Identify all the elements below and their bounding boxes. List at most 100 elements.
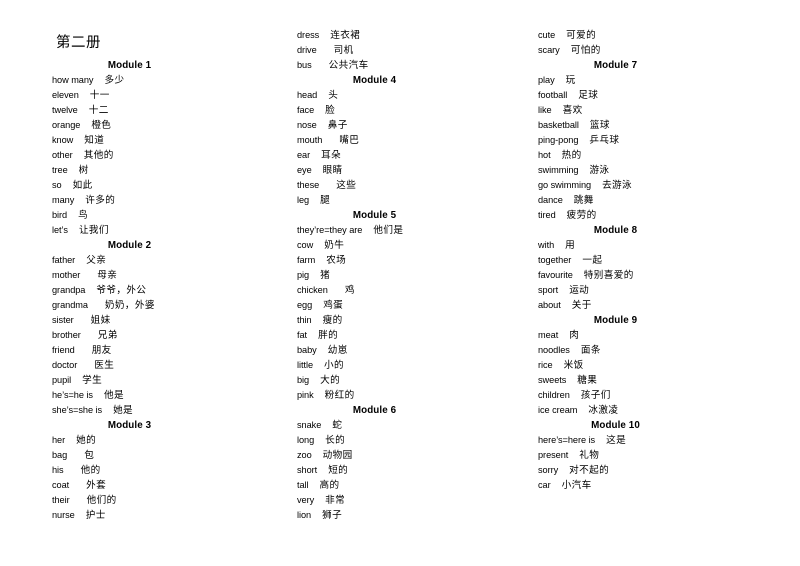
vocabulary-entry: friend 朋友 bbox=[52, 343, 297, 358]
entry-english: how many bbox=[52, 75, 94, 85]
entry-english: let’s bbox=[52, 225, 68, 235]
vocabulary-entry: know 知道 bbox=[52, 133, 297, 148]
vocabulary-columns: Module 1 how many 多少 eleven 十一 twelve 十二 orange… bbox=[0, 0, 800, 566]
vocabulary-entry: their 他们的 bbox=[52, 493, 297, 508]
vocabulary-column-3: cute 可爱的 scary 可怕的 Module 7 play 玩 football 足球 li… bbox=[538, 28, 783, 493]
entry-chinese: 公共汽车 bbox=[328, 60, 369, 71]
vocabulary-entry: present 礼物 bbox=[538, 448, 783, 463]
entry-english: father bbox=[52, 255, 76, 265]
entry-english: many bbox=[52, 195, 75, 205]
entry-english: ice cream bbox=[538, 405, 578, 415]
vocabulary-entry: scary 可怕的 bbox=[538, 43, 783, 58]
entry-english: egg bbox=[297, 300, 313, 310]
entry-chinese: 他是 bbox=[103, 390, 124, 401]
entry-chinese: 其他的 bbox=[83, 150, 114, 161]
entry-english: sorry bbox=[538, 465, 559, 475]
entry-english: dance bbox=[538, 195, 563, 205]
entry-chinese: 跳舞 bbox=[573, 195, 594, 206]
module-heading: Module 1 bbox=[107, 60, 152, 71]
vocabulary-entry: like 喜欢 bbox=[538, 103, 783, 118]
entry-english: mother bbox=[52, 270, 81, 280]
entry-chinese: 非常 bbox=[325, 495, 346, 506]
vocabulary-entry: favourite 特别喜爱的 bbox=[538, 268, 783, 283]
vocabulary-entry: father 父亲 bbox=[52, 253, 297, 268]
entry-chinese: 姐妹 bbox=[90, 315, 111, 326]
entry-english: snake bbox=[297, 420, 322, 430]
entry-english: bag bbox=[52, 450, 68, 460]
vocabulary-entry: egg 鸡蛋 bbox=[297, 298, 542, 313]
vocabulary-entry: little 小的 bbox=[297, 358, 542, 373]
entry-english: doctor bbox=[52, 360, 78, 370]
vocabulary-entry: ice cream 冰激凌 bbox=[538, 403, 783, 418]
entry-english: favourite bbox=[538, 270, 573, 280]
entry-chinese: 鸡 bbox=[344, 285, 355, 296]
vocabulary-entry: other 其他的 bbox=[52, 148, 297, 163]
entry-chinese: 医生 bbox=[94, 360, 115, 371]
entry-english: they’re=they are bbox=[297, 225, 363, 235]
entry-english: together bbox=[538, 255, 572, 265]
entry-chinese: 喜欢 bbox=[562, 105, 583, 116]
entry-english: tired bbox=[538, 210, 556, 220]
entry-chinese: 胖的 bbox=[318, 330, 339, 341]
entry-english: cute bbox=[538, 30, 556, 40]
entry-chinese: 她是 bbox=[113, 405, 134, 416]
entry-english: big bbox=[297, 375, 310, 385]
vocabulary-entry: farm 农场 bbox=[297, 253, 542, 268]
entry-chinese: 足球 bbox=[578, 90, 599, 101]
entry-english: baby bbox=[297, 345, 317, 355]
vocabulary-entry: tree 树 bbox=[52, 163, 297, 178]
entry-english: head bbox=[297, 90, 318, 100]
vocabulary-entry: mouth 嘴巴 bbox=[297, 133, 542, 148]
entry-english: pig bbox=[297, 270, 310, 280]
entry-english: grandpa bbox=[52, 285, 86, 295]
module-heading: Module 8 bbox=[593, 225, 638, 236]
entry-chinese: 疲劳的 bbox=[566, 210, 597, 221]
vocabulary-entry: her 她的 bbox=[52, 433, 297, 448]
entry-english: car bbox=[538, 480, 551, 490]
entry-chinese: 篮球 bbox=[589, 120, 610, 131]
entry-chinese: 他的 bbox=[80, 465, 101, 476]
entry-chinese: 多少 bbox=[104, 75, 125, 86]
entry-english: tree bbox=[52, 165, 68, 175]
vocabulary-column-1: Module 1 how many 多少 eleven 十一 twelve 十二 orange… bbox=[52, 58, 297, 523]
entry-chinese: 父亲 bbox=[86, 255, 107, 266]
entry-chinese: 游泳 bbox=[589, 165, 610, 176]
entry-english: little bbox=[297, 360, 314, 370]
vocabulary-entry: fat 胖的 bbox=[297, 328, 542, 343]
entry-chinese: 蛇 bbox=[332, 420, 343, 431]
entry-english: about bbox=[538, 300, 561, 310]
entry-chinese: 肉 bbox=[569, 330, 580, 341]
entry-english: these bbox=[297, 180, 320, 190]
entry-english: basketball bbox=[538, 120, 579, 130]
entry-chinese: 长的 bbox=[325, 435, 346, 446]
vocabulary-entry: children 孩子们 bbox=[538, 388, 783, 403]
entry-chinese: 鼻子 bbox=[327, 120, 348, 131]
vocabulary-entry: meat 肉 bbox=[538, 328, 783, 343]
vocabulary-entry: eye 眼睛 bbox=[297, 163, 542, 178]
vocabulary-entry: go swimming 去游泳 bbox=[538, 178, 783, 193]
entry-english: football bbox=[538, 90, 568, 100]
vocabulary-entry: brother 兄弟 bbox=[52, 328, 297, 343]
entry-chinese: 动物园 bbox=[322, 450, 353, 461]
vocabulary-entry: pig 猪 bbox=[297, 268, 542, 283]
entry-chinese: 粉红的 bbox=[324, 390, 355, 401]
vocabulary-entry: she’s=she is 她是 bbox=[52, 403, 297, 418]
entry-english: scary bbox=[538, 45, 560, 55]
entry-english: like bbox=[538, 105, 552, 115]
module-heading: Module 9 bbox=[593, 315, 638, 326]
entry-english: very bbox=[297, 495, 315, 505]
entry-chinese: 对不起的 bbox=[569, 465, 610, 476]
entry-chinese: 小的 bbox=[324, 360, 345, 371]
entry-english: zoo bbox=[297, 450, 312, 460]
vocabulary-entry: drive 司机 bbox=[297, 43, 542, 58]
entry-english: long bbox=[297, 435, 315, 445]
vocabulary-entry: baby 幼崽 bbox=[297, 343, 542, 358]
entry-chinese: 兄弟 bbox=[97, 330, 118, 341]
entry-chinese: 头 bbox=[328, 90, 339, 101]
entry-english: she’s=she is bbox=[52, 405, 103, 415]
entry-chinese: 外套 bbox=[86, 480, 107, 491]
entry-chinese: 玩 bbox=[565, 75, 576, 86]
vocabulary-entry: eleven 十一 bbox=[52, 88, 297, 103]
vocabulary-entry: sweets 糖果 bbox=[538, 373, 783, 388]
entry-english: pupil bbox=[52, 375, 72, 385]
